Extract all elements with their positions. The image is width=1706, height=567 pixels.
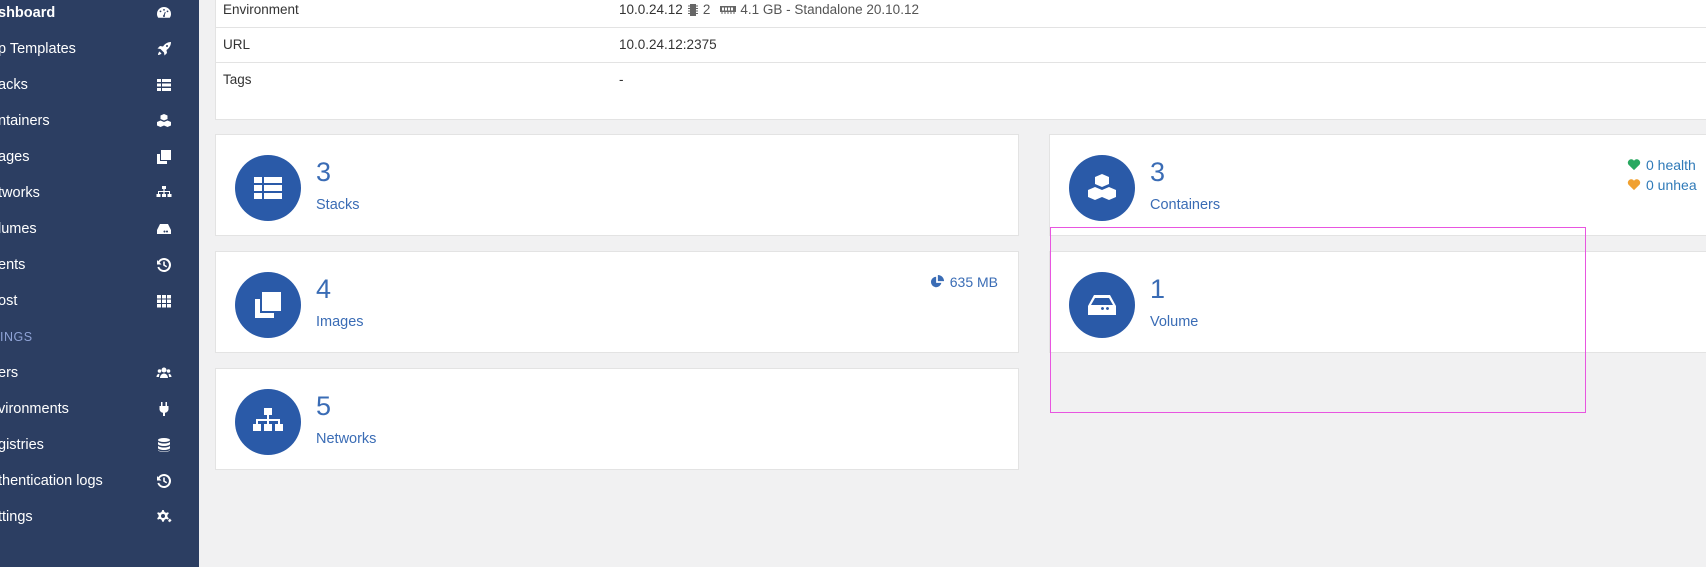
url-row: URL 10.0.24.12:2375 <box>216 27 1706 63</box>
tachometer-icon <box>156 5 172 21</box>
sidebar-item-containers[interactable]: ntainers <box>0 103 199 139</box>
sidebar-item-label: ages <box>0 149 30 165</box>
volumes-count: 1 <box>1150 274 1166 304</box>
sitemap-icon <box>156 185 172 201</box>
images-icon-circle <box>235 272 301 338</box>
images-size-label: 635 MB <box>949 274 998 290</box>
networks-label: Networks <box>316 431 377 447</box>
stacks-icon-circle <box>235 155 301 221</box>
images-count: 4 <box>316 274 332 304</box>
cogs-icon <box>156 509 172 525</box>
sidebar-item-label: ost <box>0 293 18 309</box>
heartbeat-icon <box>1627 159 1641 171</box>
volumes-label: Volume <box>1150 314 1199 330</box>
sidebar-item-label: acks <box>0 77 28 93</box>
url-value: 10.0.24.12:2375 <box>619 37 717 52</box>
sidebar-item-label: thentication logs <box>0 473 103 489</box>
main-content: Environment 10.0.24.12 2 4.1 GB - Standa… <box>199 0 1706 567</box>
images-card[interactable]: 4 Images 635 MB <box>215 251 1019 353</box>
sidebar-item-label: gistries <box>0 437 44 453</box>
sidebar-item-environments[interactable]: vironments <box>0 391 199 427</box>
users-icon <box>156 365 172 381</box>
environment-value: 10.0.24.12 2 4.1 GB - Standalone 20.10.1… <box>619 2 919 17</box>
sidebar-item-label: ttings <box>0 509 33 525</box>
sidebar-item-volumes[interactable]: lumes <box>0 211 199 247</box>
heartbeat-icon <box>1627 179 1641 191</box>
environment-info-panel: Environment 10.0.24.12 2 4.1 GB - Standa… <box>215 0 1706 120</box>
tags-row: Tags - <box>216 62 1706 97</box>
sidebar-item-host[interactable]: ost <box>0 283 199 319</box>
hdd-icon <box>156 221 172 237</box>
stacks-label: Stacks <box>316 197 360 213</box>
unhealthy-label: 0 unhea <box>1646 177 1697 193</box>
containers-count: 3 <box>1150 157 1166 187</box>
clone-icon <box>156 149 172 165</box>
sidebar-item-images[interactable]: ages <box>0 139 199 175</box>
sidebar-item-app-templates[interactable]: p Templates <box>0 31 199 67</box>
th-list-icon <box>254 177 282 199</box>
containers-card[interactable]: 3 Containers 0 health 0 unhea <box>1049 134 1706 236</box>
pie-chart-icon <box>930 275 944 288</box>
healthy-count: 0 health <box>1627 155 1697 175</box>
sidebar-item-stacks[interactable]: acks <box>0 67 199 103</box>
sidebar-item-label: tworks <box>0 185 40 201</box>
sidebar-item-dashboard[interactable]: shboard <box>0 0 199 31</box>
sidebar-item-label: ents <box>0 257 26 273</box>
tags-value: - <box>619 72 624 87</box>
th-list-icon <box>156 77 172 93</box>
tags-label: Tags <box>223 72 252 87</box>
sidebar-item-label: p Templates <box>0 41 76 57</box>
clone-icon <box>255 292 281 318</box>
url-label: URL <box>223 37 251 52</box>
sidebar-item-users[interactable]: ers <box>0 355 199 391</box>
database-icon <box>156 437 172 453</box>
containers-label: Containers <box>1150 197 1221 213</box>
volumes-icon-circle <box>1069 272 1135 338</box>
cpu-count: 2 <box>702 2 711 17</box>
rocket-icon <box>156 41 172 57</box>
cubes-icon <box>156 113 172 129</box>
networks-count: 5 <box>316 391 332 421</box>
sidebar-item-events[interactable]: ents <box>0 247 199 283</box>
sitemap-icon <box>253 408 283 431</box>
environment-ip: 10.0.24.12 <box>619 2 683 17</box>
stacks-card[interactable]: 3 Stacks <box>215 134 1019 236</box>
environment-label: Environment <box>223 2 299 17</box>
history-icon <box>156 473 172 489</box>
volumes-card[interactable]: 1 Volume <box>1049 251 1706 353</box>
networks-icon-circle <box>235 389 301 455</box>
healthy-label: 0 health <box>1646 157 1696 173</box>
images-size: 635 MB <box>930 274 998 290</box>
sidebar-item-label: vironments <box>0 401 69 417</box>
sidebar-item-authentication-logs[interactable]: thentication logs <box>0 463 199 499</box>
memory-icon <box>720 3 737 16</box>
sidebar-item-settings[interactable]: ttings <box>0 499 199 535</box>
sidebar-item-label: ntainers <box>0 113 50 129</box>
microchip-icon <box>687 3 699 16</box>
container-health-summary: 0 health 0 unhea <box>1627 155 1697 195</box>
sidebar: shboard p Templates acks ntainers ages t… <box>0 0 199 567</box>
hdd-icon <box>1088 295 1116 315</box>
sidebar-section-settings: INGS <box>0 330 33 344</box>
stacks-count: 3 <box>316 157 332 187</box>
networks-card[interactable]: 5 Networks <box>215 368 1019 470</box>
history-icon <box>156 257 172 273</box>
environment-row: Environment 10.0.24.12 2 4.1 GB - Standa… <box>216 0 1706 28</box>
cubes-icon <box>1088 174 1116 200</box>
sidebar-item-label: shboard <box>0 5 56 21</box>
environment-details: 4.1 GB - Standalone 20.10.12 <box>740 2 919 17</box>
images-label: Images <box>316 314 364 330</box>
plug-icon <box>156 401 172 417</box>
sidebar-item-label: ers <box>0 365 19 381</box>
sidebar-item-registries[interactable]: gistries <box>0 427 199 463</box>
unhealthy-count: 0 unhea <box>1627 175 1697 195</box>
th-icon <box>156 293 172 309</box>
containers-icon-circle <box>1069 155 1135 221</box>
sidebar-item-label: lumes <box>0 221 37 237</box>
sidebar-item-networks[interactable]: tworks <box>0 175 199 211</box>
